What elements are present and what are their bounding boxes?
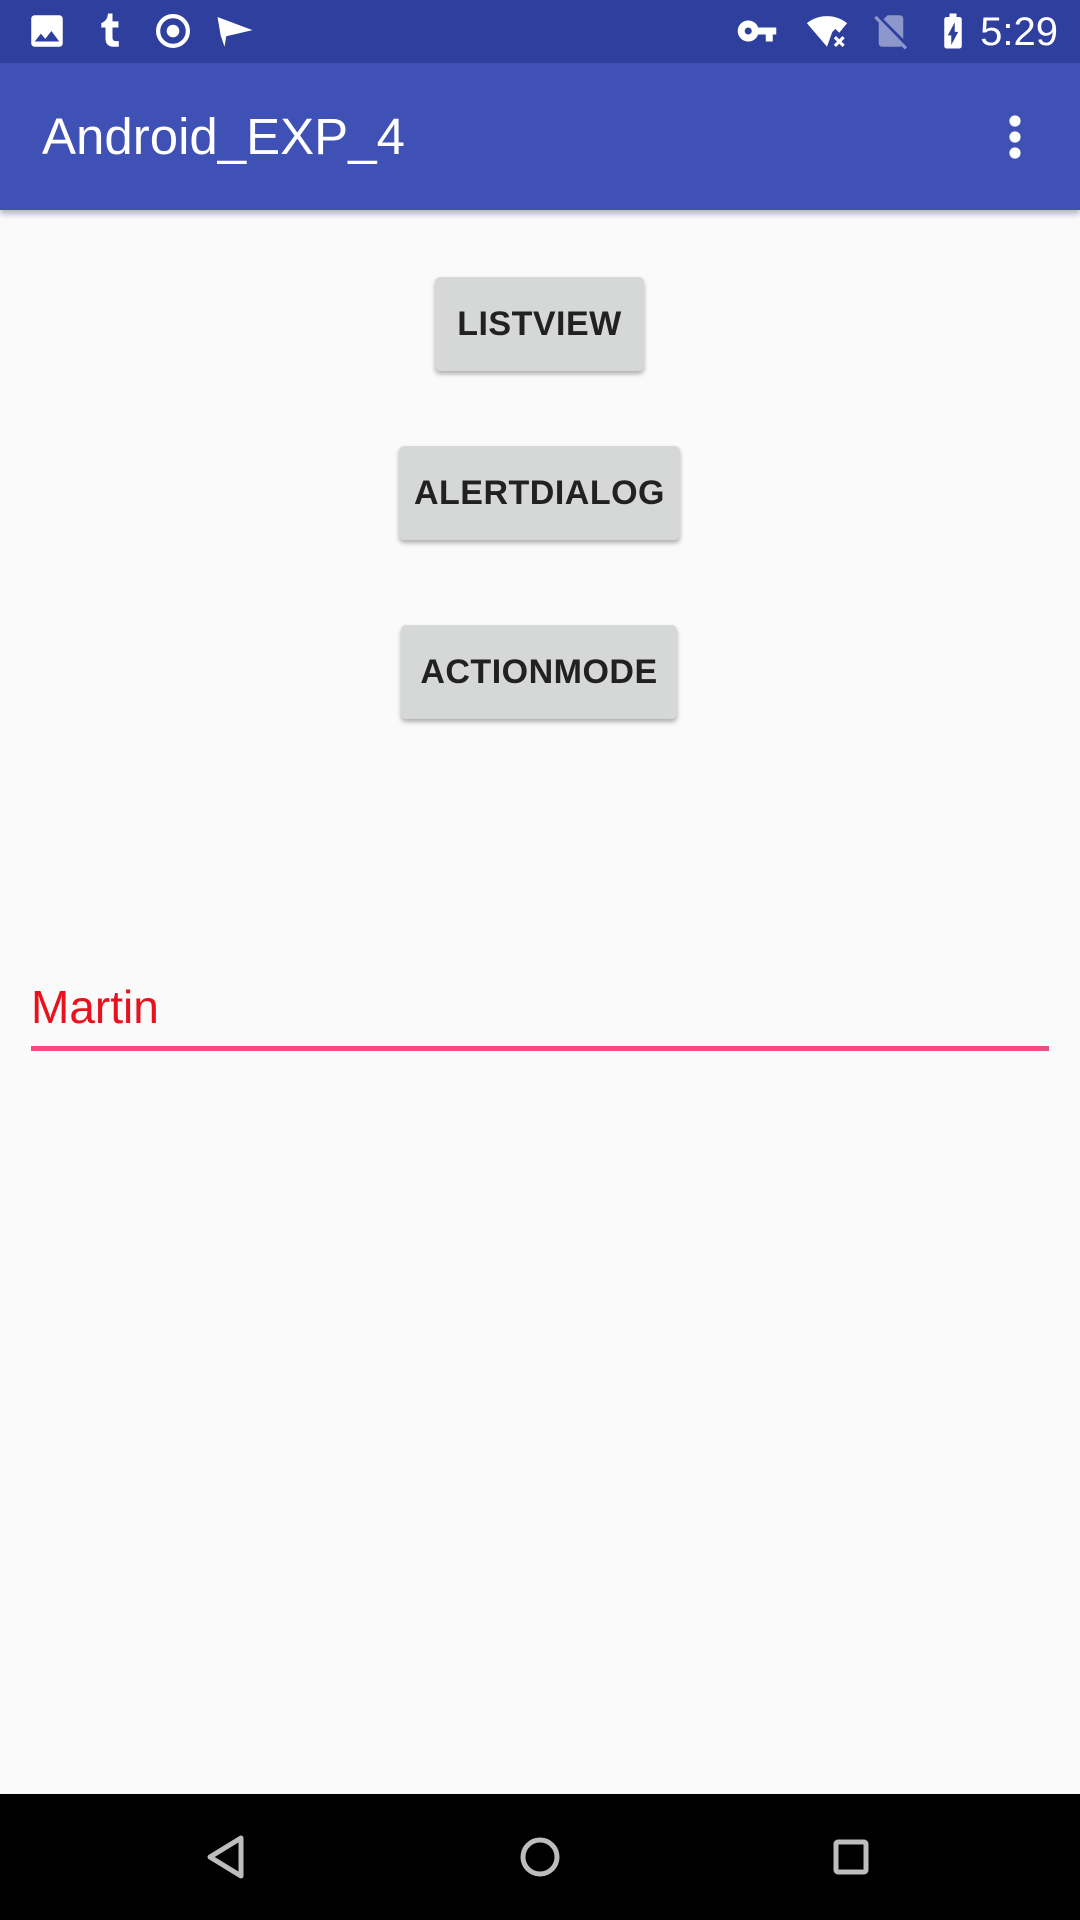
target-icon: [152, 10, 194, 52]
image-icon: [26, 10, 68, 52]
home-icon: [520, 1837, 560, 1877]
wifi-off-icon: [806, 10, 848, 52]
status-time: 5:29: [980, 10, 1058, 54]
edit-field-underline: [31, 1046, 1049, 1051]
listview-button[interactable]: LISTVIEW: [435, 277, 644, 371]
back-icon: [207, 1835, 244, 1879]
edit-field-text: Martin: [31, 981, 159, 1033]
send-icon: [214, 10, 256, 52]
app-bar: Android_EXP_4: [0, 63, 1080, 210]
navigation-bar: [0, 1794, 1080, 1920]
no-sim-icon: [870, 10, 912, 52]
home-button[interactable]: [505, 1822, 575, 1892]
alertdialog-button[interactable]: ALERTDIALOG: [399, 446, 680, 540]
back-button[interactable]: [193, 1822, 263, 1892]
more-options-button[interactable]: [950, 63, 1080, 210]
more-vert-icon: [1009, 114, 1021, 159]
name-edit-field[interactable]: Martin: [31, 975, 1049, 1051]
recents-icon: [833, 1839, 869, 1875]
tumblr-icon: [88, 10, 130, 52]
actionmode-button[interactable]: ACTIONMODE: [401, 625, 677, 719]
battery-charging-icon: [932, 10, 974, 52]
vpn-key-icon: [736, 10, 778, 52]
status-bar: 5:29: [0, 0, 1080, 63]
recents-button[interactable]: [816, 1822, 886, 1892]
app-title: Android_EXP_4: [42, 108, 405, 165]
